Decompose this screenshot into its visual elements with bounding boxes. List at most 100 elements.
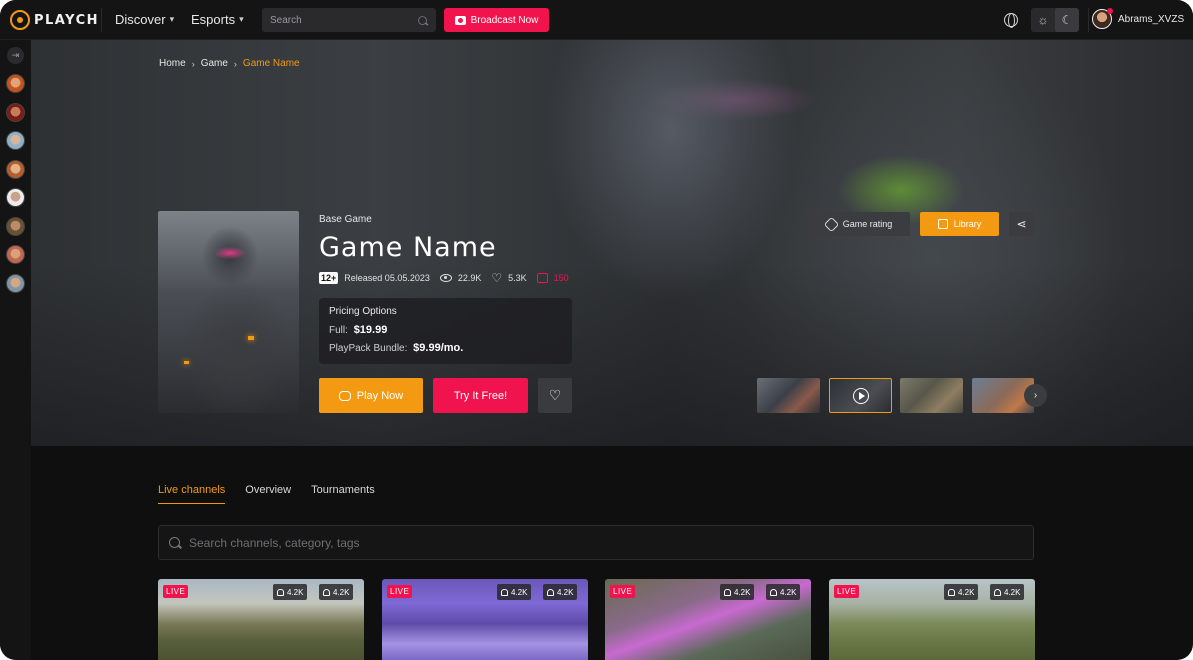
logo[interactable]: PLAYCH [10,10,99,30]
followed-channel-avatar[interactable] [6,188,25,207]
viewer-count: 4.2K [780,587,797,597]
notify-count: 4.2K [287,587,304,597]
price-bundle-label: PlayPack Bundle: [329,343,408,354]
library-label: Library [953,219,982,229]
followed-channel-avatar[interactable] [6,217,25,236]
pricing-heading: Pricing Options [329,306,397,317]
share-button[interactable]: ⋖ [1009,212,1034,236]
content-tabs: Live channels Overview Tournaments [158,484,375,504]
broadcast-button[interactable]: Broadcast Now [444,8,549,32]
expand-sidebar-icon[interactable]: ⇥ [7,47,24,64]
left-rail: ⇥ [0,40,31,660]
tab-live-channels[interactable]: Live channels [158,484,226,504]
user-icon [770,588,777,596]
viewer-count: 4.2K [333,587,350,597]
rating-badge-icon [823,216,840,232]
followed-channel-avatar[interactable] [6,74,25,93]
viewers-stat: 4.2K [990,584,1025,600]
chevron-right-icon[interactable]: › [1024,384,1047,407]
followed-channel-avatar[interactable] [6,103,25,122]
notify-count: 4.2K [734,587,751,597]
video-camera-icon [454,15,466,25]
bell-icon [501,588,508,596]
price-bundle: PlayPack Bundle: $9.99/mo. [329,342,562,354]
breadcrumb-game[interactable]: Game [201,58,228,69]
gamepad-icon [338,390,351,401]
viewer-count: 4.2K [1004,587,1021,597]
chevron-down-icon: ▾ [169,14,175,24]
search-icon[interactable] [418,15,427,25]
game-rating-button[interactable]: Game rating [808,212,910,236]
notify-count: 4.2K [511,587,528,597]
play-icon [852,387,869,404]
channel-card[interactable]: LIVE 4.2K 4.2K [605,579,811,660]
tab-tournaments[interactable]: Tournaments [311,484,375,504]
moon-icon[interactable]: ☾ [1055,8,1079,32]
bell-icon [724,588,731,596]
nav-esports[interactable]: Esports ▾ [191,12,244,27]
channel-card[interactable]: LIVE 4.2K 4.2K [158,579,364,660]
age-rating-badge: 12+ [319,272,339,284]
followed-channel-avatar[interactable] [6,160,25,179]
chevron-right-icon: › [233,58,237,69]
breadcrumb: Home › Game › Game Name [159,58,300,69]
followed-channel-avatar[interactable] [6,245,25,264]
cover-highlight [184,361,189,364]
play-now-label: Play Now [356,389,404,402]
channel-card[interactable]: LIVE 4.2K 4.2K [829,579,1035,660]
try-free-label: Try It Free! [453,389,508,402]
page-title: Game Name [319,232,497,263]
theme-toggle: ☼ ☾ [1031,8,1079,32]
global-search [262,8,436,32]
nav-discover[interactable]: Discover ▾ [115,12,174,27]
followed-channel-avatar[interactable] [6,274,25,293]
broadcast-button-label: Broadcast Now [470,14,539,26]
game-cover-image [158,211,299,413]
chevron-right-icon: › [191,58,195,69]
media-thumbnail[interactable] [900,378,963,413]
globe-icon[interactable] [1004,13,1018,28]
like-count: 5.3K [508,273,527,283]
bell-icon [948,588,955,596]
nav-discover-label: Discover [115,12,166,27]
try-free-button[interactable]: Try It Free! [433,378,528,413]
breadcrumb-home[interactable]: Home [159,58,186,69]
live-badge: LIVE [610,585,636,598]
game-meta: 12+ Released 05.05.2023 22.9K ♡ 5.3K 150 [319,271,569,285]
notify-count: 4.2K [958,587,975,597]
heart-icon: ♡ [491,271,503,285]
avatar [1092,8,1113,29]
viewers-stat: 4.2K [766,584,801,600]
sun-icon[interactable]: ☼ [1031,8,1055,32]
channel-card[interactable]: LIVE 4.2K 4.2K [382,579,588,660]
user-icon [323,588,330,596]
notify-stat: 4.2K [497,584,532,600]
media-thumbnail-video[interactable] [829,378,892,413]
viewer-count: 4.2K [557,587,574,597]
stream-icon [536,273,548,283]
channel-search-input[interactable] [189,535,1023,550]
top-bar: PLAYCH Discover ▾ Esports ▾ Broadcast No… [0,0,1193,40]
eye-icon [439,274,452,282]
game-type: Base Game [319,214,372,225]
favorite-button[interactable]: ♡ [538,378,572,413]
user-icon [994,588,1001,596]
play-now-button[interactable]: Play Now [319,378,423,413]
game-rating-label: Game rating [842,219,893,229]
pricing-options: Pricing Options Full: $19.99 PlayPack Bu… [319,298,572,364]
library-button[interactable]: Library [920,212,999,236]
notify-stat: 4.2K [273,584,308,600]
price-bundle-value: $9.99/mo. [413,342,464,354]
library-icon [937,219,948,229]
logo-icon [10,10,30,30]
tab-overview[interactable]: Overview [245,484,291,504]
viewers-stat: 4.2K [543,584,578,600]
global-search-input[interactable] [270,14,417,26]
user-menu[interactable]: Abrams_XVZS [1092,8,1185,29]
username: Abrams_XVZS [1118,13,1185,25]
divider [101,8,102,32]
media-thumbnail[interactable] [757,378,820,413]
price-full-value: $19.99 [353,324,388,336]
followed-channel-avatar[interactable] [6,131,25,150]
live-badge: LIVE [163,585,189,598]
